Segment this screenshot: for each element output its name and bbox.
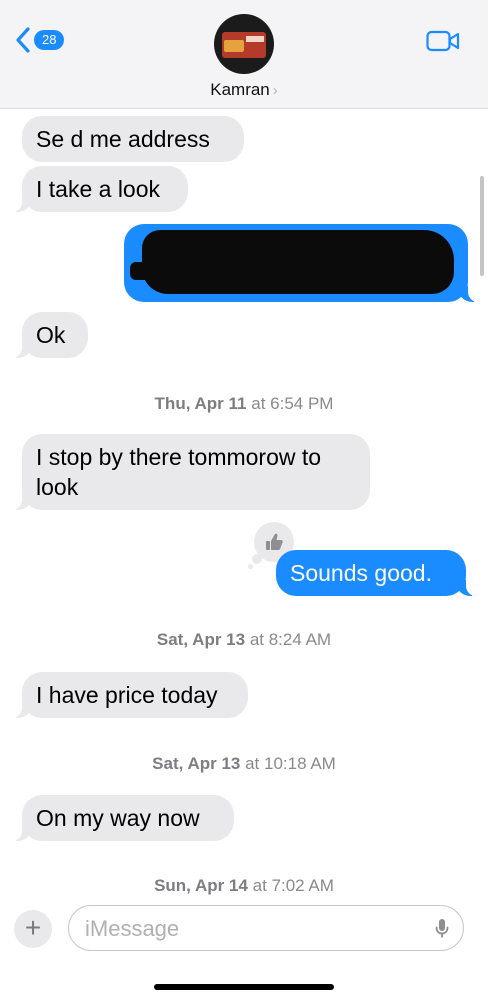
timestamp-time: at 7:02 AM — [252, 876, 334, 895]
chevron-right-icon: › — [272, 82, 278, 99]
timestamp: Thu, Apr 11 at 6:54 PM — [0, 394, 488, 414]
contact-avatar[interactable] — [214, 14, 274, 74]
message-text: I stop by there tommorow to look — [36, 444, 322, 500]
message-text: On my way now — [36, 805, 200, 831]
message-bubble-incoming[interactable]: I take a look — [10, 166, 188, 212]
home-indicator[interactable] — [154, 984, 334, 990]
back-button[interactable]: 28 — [14, 26, 65, 54]
message-bubble-incoming[interactable]: I stop by there tommorow to look — [10, 434, 370, 510]
timestamp-time: at 6:54 PM — [251, 394, 334, 413]
message-bubble-outgoing[interactable]: Sounds good. — [276, 550, 478, 596]
video-call-button[interactable] — [426, 30, 460, 57]
thumbs-up-icon — [266, 533, 283, 550]
message-bubble-incoming[interactable]: I have price today — [10, 672, 248, 718]
timestamp-day: Thu, Apr 11 — [154, 394, 247, 413]
plus-icon: + — [24, 912, 42, 943]
tapback-tail — [248, 564, 253, 569]
conversation-header: 28 Kamran › — [0, 0, 488, 109]
timestamp-day: Sat, Apr 13 — [152, 754, 241, 773]
message-text: Sounds good. — [290, 560, 432, 586]
video-call-icon — [426, 30, 460, 52]
apps-plus-button[interactable]: + — [14, 910, 52, 948]
contact-name-button[interactable]: Kamran › — [0, 80, 488, 100]
timestamp-time: at 8:24 AM — [249, 630, 332, 649]
message-text: I take a look — [36, 176, 161, 202]
scrollbar[interactable] — [480, 176, 484, 276]
message-composer[interactable] — [68, 905, 464, 951]
redaction-mark — [142, 230, 454, 294]
timestamp: Sat, Apr 13 at 10:18 AM — [0, 754, 488, 774]
message-text: Se d me address — [36, 126, 210, 152]
message-bubble-incoming[interactable]: Se d me address — [22, 116, 244, 162]
tapback-tail — [252, 554, 262, 564]
message-bubble-incoming[interactable]: Ok — [10, 312, 88, 358]
imessage-input[interactable] — [83, 914, 417, 944]
contact-name: Kamran — [210, 80, 270, 99]
timestamp: Sat, Apr 13 at 8:24 AM — [0, 630, 488, 650]
timestamp-day: Sat, Apr 13 — [156, 630, 246, 649]
redaction-mark — [130, 262, 170, 280]
message-text: Ok — [36, 322, 66, 348]
dictation-button[interactable] — [435, 918, 449, 945]
timestamp-time: at 10:18 AM — [245, 754, 336, 773]
timestamp: Sun, Apr 14 at 7:02 AM — [0, 876, 488, 896]
message-text: I have price today — [36, 682, 218, 708]
unread-count-badge: 28 — [34, 30, 65, 50]
message-bubble-outgoing-redacted[interactable] — [124, 224, 480, 302]
timestamp-day: Sun, Apr 14 — [154, 876, 248, 895]
back-chevron-icon — [16, 27, 30, 53]
message-bubble-incoming[interactable]: On my way now — [10, 795, 234, 841]
microphone-icon — [435, 919, 449, 938]
